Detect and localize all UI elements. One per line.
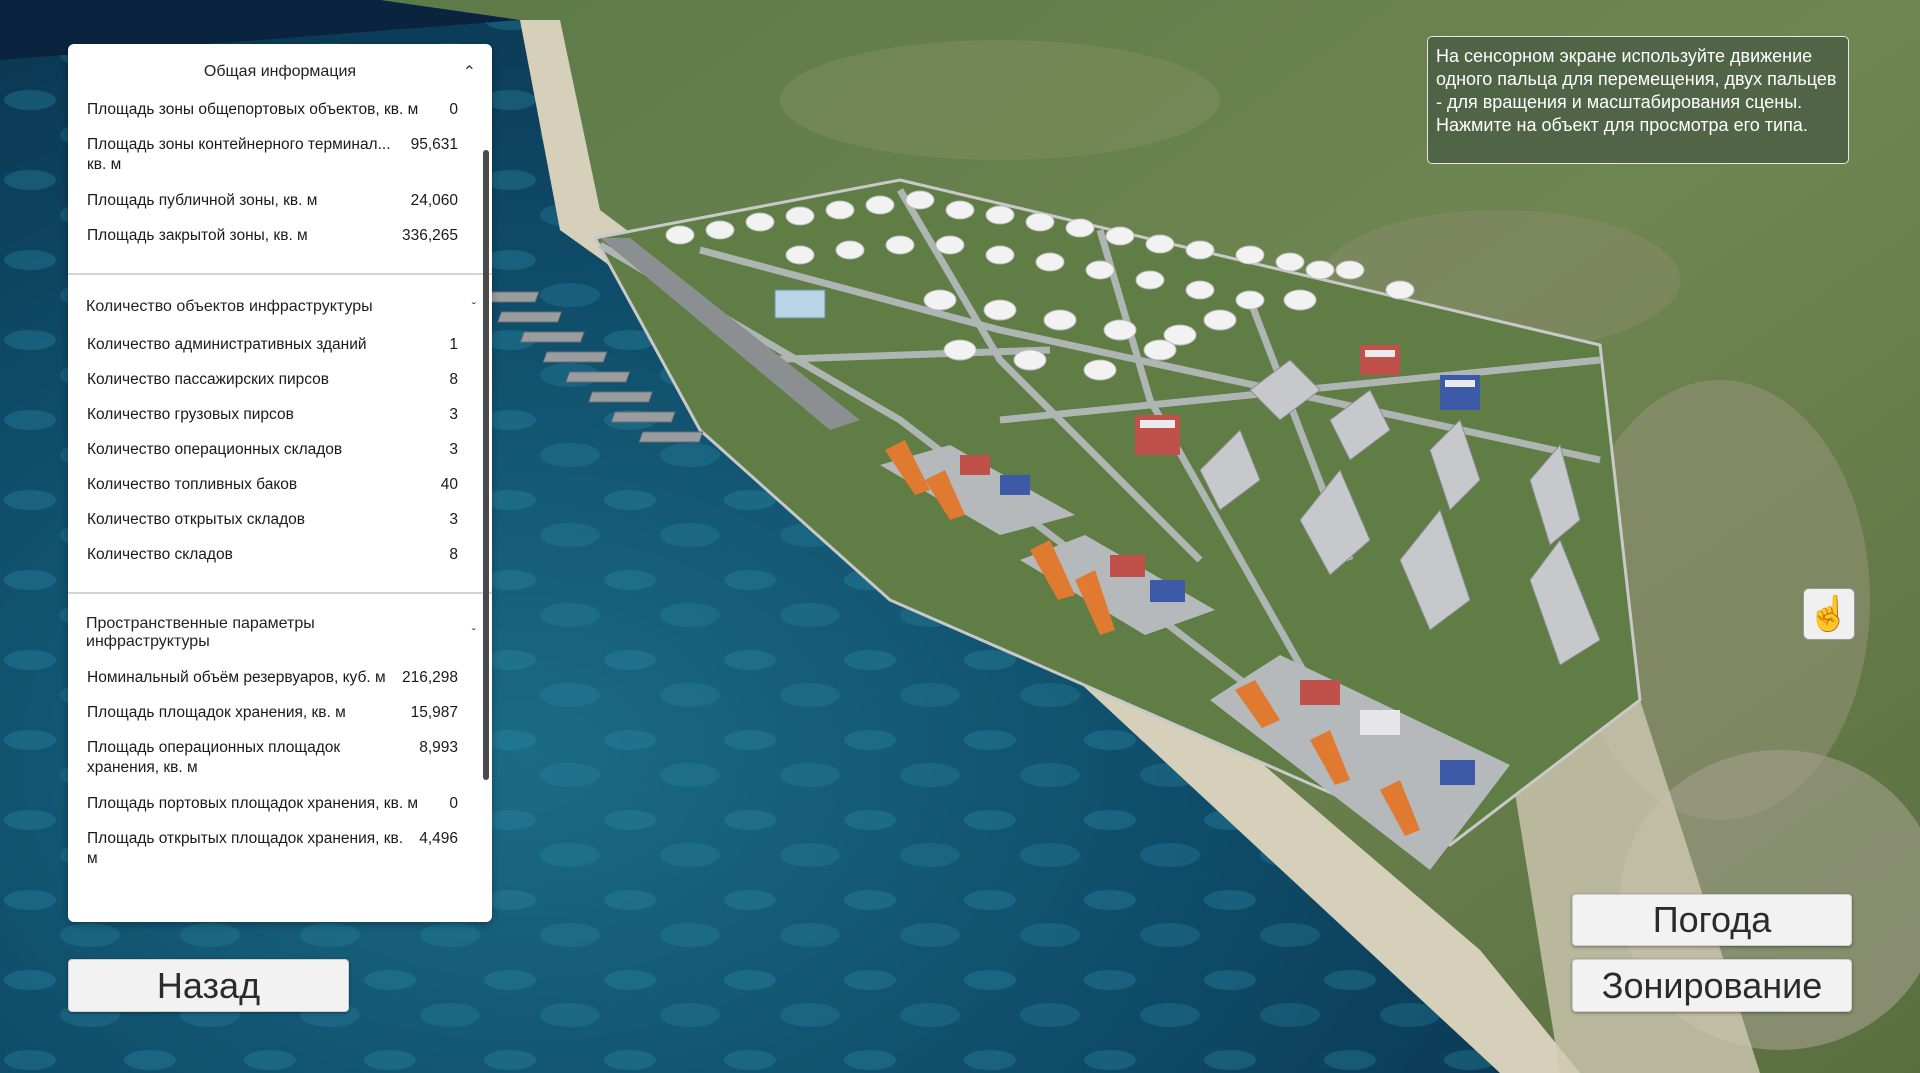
row-value: 8,993: [419, 739, 458, 756]
row-value: 3: [449, 441, 458, 458]
info-row: Количество операционных складов 3: [68, 440, 492, 475]
section-general-rows: Площадь зоны общепортовых объектов, кв. …: [68, 100, 492, 269]
info-row: Количество грузовых пирсов 3: [68, 405, 492, 440]
chevron-down-icon[interactable]: ˇ: [472, 300, 476, 315]
row-label: Площадь площадок хранения, кв. м: [87, 704, 346, 721]
section-divider: [68, 592, 492, 594]
row-label: Номинальный объём резервуаров, куб. м: [87, 669, 386, 686]
info-panel-scroll[interactable]: Общая информация ⌃ Площадь зоны общепорт…: [68, 44, 492, 922]
row-value: 3: [449, 511, 458, 528]
row-value: 40: [440, 476, 458, 493]
row-label: Площадь публичной зоны, кв. м: [87, 192, 318, 209]
info-row: Количество топливных баков 40: [68, 475, 492, 510]
weather-button[interactable]: Погода: [1572, 894, 1852, 946]
row-label: Количество топливных баков: [87, 476, 298, 493]
row-value: 8: [449, 371, 458, 388]
info-row: Площадь операционных площадок хранения, …: [68, 738, 492, 794]
info-row: Площадь зоны общепортовых объектов, кв. …: [68, 100, 492, 135]
section-objects-header[interactable]: Количество объектов инфраструктуры ˇ: [68, 279, 492, 335]
chevron-down-icon[interactable]: ˇ: [472, 626, 476, 641]
row-label: Количество операционных складов: [87, 441, 343, 458]
chevron-up-icon[interactable]: ⌃: [463, 62, 476, 82]
row-label: Площадь зоны общепортовых объектов, кв. …: [87, 101, 419, 118]
section-divider: [68, 273, 492, 275]
section-spatial-title: Пространственные параметры инфраструктур…: [86, 615, 315, 650]
info-panel[interactable]: Общая информация ⌃ Площадь зоны общепорт…: [68, 44, 492, 922]
row-value: 0: [449, 101, 458, 118]
touch-hint: На сенсорном экране используйте движение…: [1427, 36, 1849, 164]
row-value: 216,298: [401, 669, 458, 686]
row-label: Количество складов: [87, 546, 233, 563]
back-button[interactable]: Назад: [68, 959, 349, 1012]
scrollbar-thumb[interactable]: [483, 150, 489, 780]
info-row: Площадь публичной зоны, кв. м 24,060: [68, 191, 492, 226]
row-value: 24,060: [410, 192, 458, 209]
row-label: Площадь закрытой зоны, кв. м: [87, 227, 308, 244]
section-spatial-header[interactable]: Пространственные параметры инфраструктур…: [68, 598, 492, 668]
row-value: 95,631: [410, 136, 458, 153]
row-value: 1: [449, 336, 458, 353]
info-row: Площадь открытых площадок хранения, кв. …: [68, 829, 492, 885]
row-value: 3: [449, 406, 458, 423]
info-row: Количество пассажирских пирсов 8: [68, 370, 492, 405]
row-value: 8: [449, 546, 458, 563]
info-row: Количество складов 8: [68, 545, 492, 580]
row-value: 0: [449, 795, 458, 812]
info-row: Количество открытых складов 3: [68, 510, 492, 545]
section-objects-rows: Количество административных зданий 1 Кол…: [68, 335, 492, 588]
info-row: Номинальный объём резервуаров, куб. м 21…: [68, 668, 492, 703]
row-label: Количество грузовых пирсов: [87, 406, 294, 423]
row-label: Количество открытых складов: [87, 511, 306, 528]
info-row: Площадь площадок хранения, кв. м 15,987: [68, 703, 492, 738]
row-value: 15,987: [410, 704, 458, 721]
row-label: Площадь открытых площадок хранения, кв. …: [87, 830, 404, 867]
zoning-button[interactable]: Зонирование: [1572, 959, 1852, 1012]
touch-hint-text: На сенсорном экране используйте движение…: [1436, 46, 1837, 135]
row-label: Количество пассажирских пирсов: [87, 371, 330, 388]
section-spatial-rows: Номинальный объём резервуаров, куб. м 21…: [68, 668, 492, 893]
info-row: Площадь портовых площадок хранения, кв. …: [68, 794, 492, 829]
row-value: 336,265: [401, 227, 458, 244]
section-general-title: Общая информация: [203, 63, 357, 80]
info-row: Площадь зоны контейнерного терминал... к…: [68, 135, 492, 191]
section-general-header[interactable]: Общая информация ⌃: [68, 44, 492, 100]
section-objects-title: Количество объектов инфраструктуры: [86, 298, 373, 315]
row-label: Площадь операционных площадок хранения, …: [87, 739, 341, 776]
pointer-hand-icon[interactable]: ☝: [1803, 588, 1855, 640]
row-label: Площадь зоны контейнерного терминал... к…: [87, 136, 391, 173]
info-row: Количество административных зданий 1: [68, 335, 492, 370]
row-value: 4,496: [419, 830, 458, 847]
row-label: Площадь портовых площадок хранения, кв. …: [87, 795, 419, 812]
info-row: Площадь закрытой зоны, кв. м 336,265: [68, 226, 492, 261]
admin-building[interactable]: [774, 289, 826, 319]
row-label: Количество административных зданий: [87, 336, 367, 353]
